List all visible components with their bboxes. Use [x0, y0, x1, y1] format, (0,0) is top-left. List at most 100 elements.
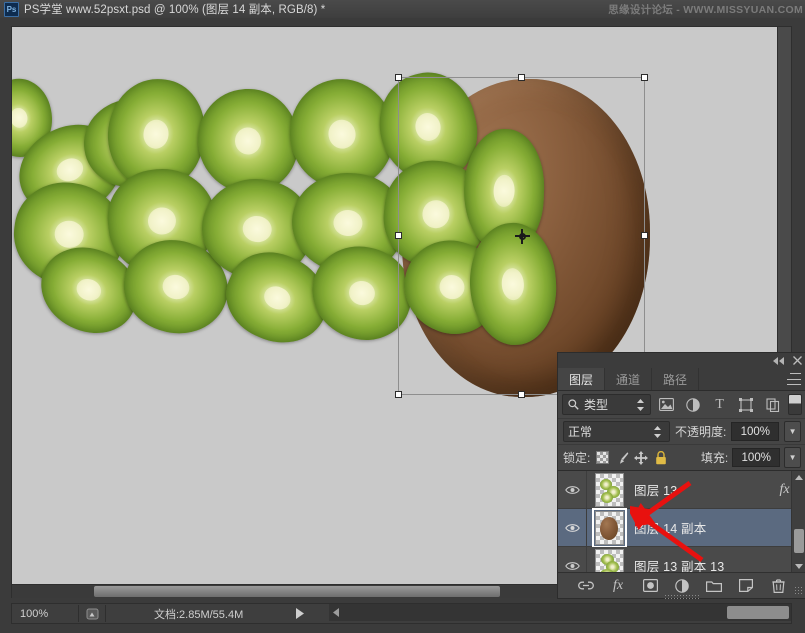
filter-pixel-icon[interactable] [654, 395, 678, 414]
layer-visibility-toggle[interactable] [558, 509, 587, 546]
zoom-level-field[interactable]: 100% [12, 605, 79, 622]
transform-handle-top-center[interactable] [517, 74, 525, 81]
close-panel-icon[interactable] [788, 354, 805, 368]
layer-style-fx-icon[interactable]: fx [609, 577, 627, 595]
document-title: PS学堂 www.52psxt.psd @ 100% (图层 14 副本, RG… [24, 4, 326, 16]
eye-icon [564, 523, 580, 533]
search-glyph [567, 399, 579, 410]
filter-adjustment-icon[interactable] [681, 395, 705, 414]
link-layers-icon[interactable] [577, 577, 595, 595]
document-thumb-icon[interactable] [79, 605, 106, 622]
panel-resize-grip[interactable] [664, 594, 700, 599]
layer-visibility-toggle[interactable] [558, 471, 587, 508]
layer-thumbnail [594, 472, 624, 507]
tab-channels[interactable]: 通道 [605, 368, 653, 390]
layer-thumbnail-cell[interactable] [587, 472, 631, 507]
fill-label: 填充: [700, 451, 729, 465]
brush-glyph [619, 451, 629, 464]
opacity-label: 不透明度: [674, 425, 727, 439]
layer-name[interactable]: 图层 13 副本 13 [631, 556, 774, 572]
new-group-icon[interactable] [705, 577, 723, 595]
lock-image-brush-icon[interactable] [614, 449, 630, 466]
transform-handle-middle-left[interactable] [395, 232, 402, 239]
document-thumb-glyph [86, 608, 98, 619]
layer-name[interactable]: 图层 14 副本 [631, 518, 774, 537]
stepper-glyph [654, 425, 662, 438]
add-mask-icon[interactable] [641, 577, 659, 595]
folder-glyph [706, 580, 722, 592]
adjustment-layer-icon[interactable] [673, 577, 691, 595]
table-row[interactable]: 图层 14 副本 [558, 507, 805, 548]
move-glyph [634, 450, 649, 465]
transform-handle-middle-right[interactable] [641, 232, 648, 239]
layer-thumbnail-cell[interactable] [587, 548, 631, 572]
layer-list[interactable]: 图层 13 fx 图层 14 副本 图层 13 副本 13 [558, 471, 805, 572]
transform-handle-top-left[interactable] [395, 74, 402, 81]
collapse-panel-icon[interactable] [770, 354, 788, 368]
shape-glyph [739, 397, 754, 412]
status-scroll-thumb[interactable] [727, 606, 789, 619]
eye-glyph [564, 561, 580, 570]
transform-handle-bottom-left[interactable] [395, 391, 402, 398]
transform-bounding-box[interactable] [395, 74, 648, 398]
tab-layers[interactable]: 图层 [558, 368, 606, 390]
status-bar: 100% 文档:2.85M/55.4M [0, 598, 805, 633]
panel-menu-icon[interactable] [787, 373, 801, 385]
transform-handle-top-right[interactable] [641, 74, 648, 81]
scroll-up-glyph [795, 474, 803, 480]
transform-handle-bottom-center[interactable] [517, 391, 525, 398]
opacity-chevron-down-icon[interactable]: ▼ [784, 421, 801, 442]
filter-kind-label: 类型 [584, 398, 609, 412]
link-glyph [578, 581, 594, 590]
blend-mode-row: 正常 不透明度: 100% ▼ [558, 419, 805, 445]
panel-corner-grip[interactable] [794, 586, 803, 595]
table-row[interactable]: 图层 13 副本 13 [558, 547, 805, 572]
eye-icon [564, 485, 580, 495]
delete-layer-icon[interactable] [769, 577, 787, 595]
table-row[interactable]: 图层 13 fx [558, 471, 805, 509]
trash-glyph [771, 578, 785, 593]
new-layer-glyph [739, 579, 753, 592]
layers-panel: 图层 通道 路径 类型 T 正常 不透明度: 100% ▼ 锁定: 填充: 10… [557, 352, 805, 599]
status-scroll-left-arrow-icon[interactable] [333, 608, 340, 617]
checker-glyph [595, 451, 609, 464]
updown-stepper-icon[interactable] [651, 424, 665, 439]
new-layer-icon[interactable] [737, 577, 755, 595]
layer-filter-row: 类型 T [558, 391, 805, 419]
fill-chevron-down-icon[interactable]: ▼ [784, 447, 802, 468]
canvas-hscroll-thumb[interactable] [94, 586, 500, 597]
tab-paths[interactable]: 路径 [652, 368, 700, 390]
transform-reference-point-icon[interactable] [514, 229, 530, 244]
eye-glyph [564, 485, 580, 494]
layer-name[interactable]: 图层 13 [631, 480, 774, 499]
fill-value-field[interactable]: 100% [732, 448, 781, 467]
thumb-whole-kiwi [599, 516, 618, 540]
scroll-up-arrow-icon[interactable] [792, 471, 805, 483]
opacity-value-field[interactable]: 100% [731, 422, 780, 441]
blend-mode-select[interactable]: 正常 [563, 421, 670, 442]
filter-kind-select[interactable]: 类型 [562, 394, 652, 415]
filter-toggle-switch[interactable] [788, 394, 803, 415]
layer-thumbnail-cell[interactable] [587, 507, 631, 548]
close-glyph [792, 356, 802, 365]
scroll-down-glyph [795, 563, 803, 569]
play-glyph [295, 608, 304, 619]
updown-stepper-icon[interactable] [633, 397, 647, 412]
status-scrollbar[interactable] [329, 604, 791, 621]
photoshop-window: Ps PS学堂 www.52psxt.psd @ 100% (图层 14 副本,… [0, 0, 805, 633]
layer-scroll-thumb[interactable] [794, 529, 804, 553]
layer-visibility-toggle[interactable] [558, 547, 587, 572]
blend-mode-value: 正常 [568, 425, 593, 439]
layer-list-scrollbar[interactable] [791, 471, 805, 572]
lock-position-move-icon[interactable] [634, 449, 650, 466]
photoshop-logo-icon: Ps [4, 1, 19, 17]
play-triangle-icon[interactable] [291, 607, 307, 621]
eye-icon [564, 561, 580, 571]
lock-transparency-icon[interactable] [594, 449, 610, 466]
panel-title-bar [558, 353, 805, 368]
lock-all-padlock-icon[interactable] [653, 449, 669, 466]
filter-smartobject-icon[interactable] [761, 395, 785, 414]
scroll-down-arrow-icon[interactable] [792, 560, 805, 572]
title-bar: Ps PS学堂 www.52psxt.psd @ 100% (图层 14 副本,… [0, 0, 805, 19]
filter-shape-icon[interactable] [735, 395, 759, 414]
